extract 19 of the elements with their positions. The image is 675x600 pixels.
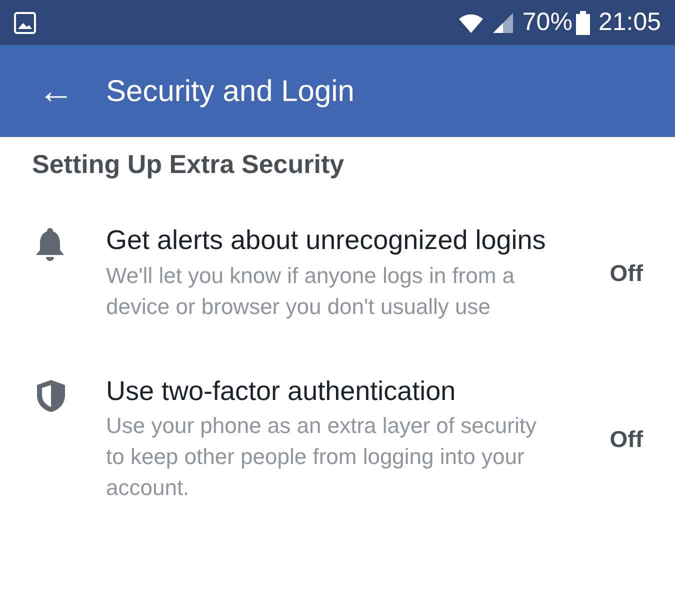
setting-title: Get alerts about unrecognized logins	[106, 224, 547, 257]
signal-icon	[492, 12, 514, 34]
back-button[interactable]: ←	[36, 73, 76, 109]
setting-description: Use your phone as an extra layer of security to keep other people from logging into your account.	[106, 412, 538, 502]
image-icon	[14, 12, 36, 34]
setting-value: Off	[608, 424, 643, 454]
battery-icon	[576, 10, 590, 34]
bell-icon	[36, 228, 64, 262]
wifi-icon	[458, 12, 484, 34]
clock: 21:05	[598, 6, 661, 38]
setting-row[interactable]: Get alerts about unrecognized logins We'll let you know if anyone logs in from a device or browser you don't usually use Off	[0, 224, 675, 323]
setting-value: Off	[608, 259, 643, 288]
setting-row[interactable]: Use two-factor authentication Use your phone as an extra layer of security to keep other people from logging into your account. Off	[0, 374, 675, 504]
battery-percent: 70%	[522, 6, 572, 38]
page-title: Security and Login	[106, 74, 354, 110]
section-title: Setting Up Extra Security	[31, 148, 346, 181]
shield-icon	[36, 378, 66, 413]
setting-title: Use two-factor authentication	[106, 374, 457, 408]
setting-description: We'll let you know if anyone logs in from a device or browser you don't usually use	[106, 262, 516, 321]
